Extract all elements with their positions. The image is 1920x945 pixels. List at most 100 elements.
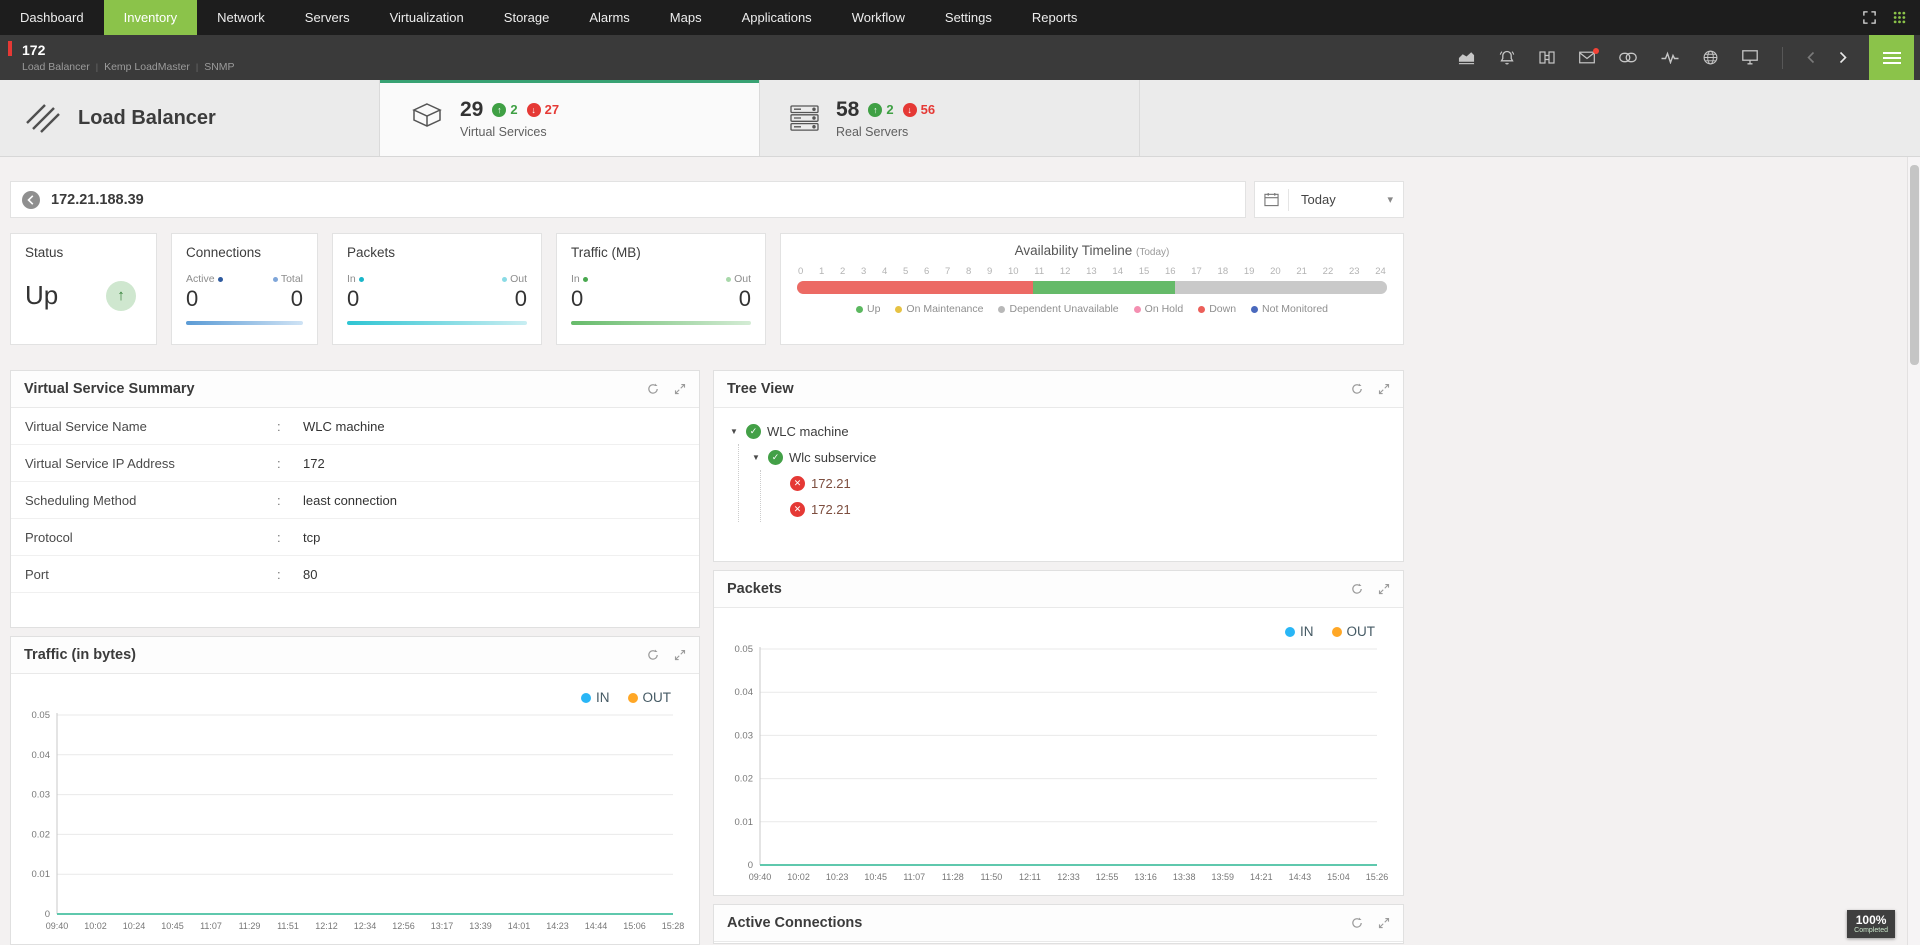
check-circle-icon: ✓: [746, 424, 761, 439]
nav-item-inventory[interactable]: Inventory: [104, 0, 197, 35]
chevron-left-icon[interactable]: [1807, 51, 1815, 64]
nav-item-reports[interactable]: Reports: [1012, 0, 1098, 35]
expand-icon[interactable]: [674, 383, 686, 395]
legend-item: On Hold: [1134, 303, 1184, 315]
nav-item-alarms[interactable]: Alarms: [569, 0, 649, 35]
time-range-dropdown[interactable]: Today ▾: [1254, 181, 1404, 218]
svg-text:15:04: 15:04: [1327, 872, 1350, 882]
expand-icon[interactable]: [1378, 383, 1390, 395]
tree-node-172-21[interactable]: ✕172.21: [774, 470, 1387, 496]
device-title: 172: [22, 42, 235, 58]
nav-item-servers[interactable]: Servers: [285, 0, 370, 35]
completion-badge: 100% Completed: [1847, 910, 1895, 938]
top-navigation: DashboardInventoryNetworkServersVirtuali…: [0, 0, 1920, 35]
summary-row: Virtual Service IP Address:172: [11, 445, 699, 482]
expand-icon[interactable]: [674, 649, 686, 661]
svg-text:14:23: 14:23: [546, 921, 569, 931]
globe-icon[interactable]: [1703, 50, 1718, 65]
hour-label: 3: [861, 266, 866, 277]
expand-icon[interactable]: [1378, 583, 1390, 595]
response-pulse-icon[interactable]: [1661, 51, 1679, 64]
expand-icon[interactable]: [1378, 917, 1390, 929]
hour-label: 6: [924, 266, 929, 277]
tree-node-wlc-machine[interactable]: ▼ ✓ WLC machine: [730, 418, 1387, 444]
time-range-value: Today: [1289, 192, 1387, 207]
nav-item-storage[interactable]: Storage: [484, 0, 570, 35]
tab-real-servers[interactable]: 58 ↑2 ↓56 Real Servers: [760, 80, 1140, 156]
hour-label: 24: [1375, 266, 1386, 277]
tree-node-label: WLC machine: [767, 424, 849, 439]
panel-title: Virtual Service Summary: [24, 381, 195, 397]
svg-text:13:39: 13:39: [469, 921, 492, 931]
series-dot: [502, 277, 507, 282]
legend-dot-out: [628, 693, 638, 703]
availability-segment: [1175, 281, 1387, 294]
nav-item-maps[interactable]: Maps: [650, 0, 722, 35]
svg-text:12:55: 12:55: [1096, 872, 1119, 882]
traffic-bytes-panel: Traffic (in bytes) IN OUT 00.010.020.030…: [10, 636, 700, 945]
svg-text:0: 0: [748, 860, 753, 871]
hamburger-icon: [1883, 49, 1901, 67]
metric-value: 0: [291, 286, 303, 312]
metric-value: 0: [347, 286, 359, 312]
back-button[interactable]: [21, 190, 41, 210]
apps-grid-icon[interactable]: [1893, 11, 1906, 24]
hour-label: 17: [1191, 266, 1202, 277]
refresh-icon[interactable]: [1351, 917, 1363, 929]
performance-chart-icon[interactable]: [1458, 50, 1475, 65]
page-scrollbar[interactable]: [1907, 157, 1920, 945]
availability-legend: UpOn MaintenanceDependent UnavailableOn …: [797, 303, 1387, 315]
hour-label: 16: [1165, 266, 1176, 277]
legend-item: On Maintenance: [895, 303, 983, 315]
hour-label: 19: [1244, 266, 1255, 277]
tab-virtual-services[interactable]: 29 ↑2 ↓27 Virtual Services: [380, 80, 760, 156]
tree-view-body: ▼✓WLC machine▼✓Wlc subservice✕172.21✕172…: [714, 408, 1403, 532]
nav-item-workflow[interactable]: Workflow: [832, 0, 925, 35]
chevron-right-icon[interactable]: [1839, 51, 1847, 64]
svg-text:0.03: 0.03: [735, 730, 754, 741]
topnav-items: DashboardInventoryNetworkServersVirtuali…: [0, 0, 1097, 35]
refresh-icon[interactable]: [1351, 383, 1363, 395]
legend-dot-in: [581, 693, 591, 703]
availability-hours: 0123456789101112131415161718192021222324: [798, 266, 1386, 277]
svg-text:0.02: 0.02: [735, 774, 754, 785]
tree-collapse-icon[interactable]: ▼: [730, 427, 740, 436]
nav-item-network[interactable]: Network: [197, 0, 285, 35]
svg-text:14:21: 14:21: [1250, 872, 1273, 882]
metric-stripe: [347, 321, 527, 325]
hour-label: 1: [819, 266, 824, 277]
svg-text:14:44: 14:44: [585, 921, 608, 931]
svg-text:10:45: 10:45: [864, 872, 887, 882]
svg-text:13:16: 13:16: [1134, 872, 1157, 882]
svg-text:15:06: 15:06: [623, 921, 646, 931]
refresh-icon[interactable]: [1351, 583, 1363, 595]
tree-collapse-icon[interactable]: ▼: [752, 453, 762, 462]
fullscreen-icon[interactable]: [1862, 10, 1877, 25]
remote-screen-icon[interactable]: [1742, 50, 1758, 65]
tree-node-wlc-subservice[interactable]: ▼✓Wlc subservice: [752, 444, 1387, 470]
nav-item-virtualization[interactable]: Virtualization: [370, 0, 484, 35]
cross-circle-icon: ✕: [790, 502, 805, 517]
link-icon[interactable]: [1619, 52, 1637, 63]
availability-segment: [797, 281, 1033, 294]
down-arrow-icon: ↓: [903, 103, 917, 117]
nav-item-applications[interactable]: Applications: [722, 0, 832, 35]
series-dot: [218, 277, 223, 282]
mail-icon[interactable]: [1579, 51, 1595, 64]
refresh-icon[interactable]: [647, 649, 659, 661]
compare-reports-icon[interactable]: [1539, 50, 1555, 65]
summary-row: Protocol:tcp: [11, 519, 699, 556]
hour-label: 13: [1086, 266, 1097, 277]
metric-value: 0: [515, 286, 527, 312]
nav-item-dashboard[interactable]: Dashboard: [0, 0, 104, 35]
scrollbar-thumb[interactable]: [1910, 165, 1919, 365]
refresh-icon[interactable]: [647, 383, 659, 395]
svg-text:11:07: 11:07: [903, 872, 925, 882]
svg-text:0: 0: [45, 909, 50, 920]
availability-title: Availability Timeline (Today): [797, 243, 1387, 258]
metric-value: 0: [186, 286, 198, 312]
tree-node-172-21[interactable]: ✕172.21: [774, 496, 1387, 522]
side-panel-menu-button[interactable]: [1869, 35, 1914, 80]
nav-item-settings[interactable]: Settings: [925, 0, 1012, 35]
alarm-bell-icon[interactable]: [1499, 50, 1515, 66]
